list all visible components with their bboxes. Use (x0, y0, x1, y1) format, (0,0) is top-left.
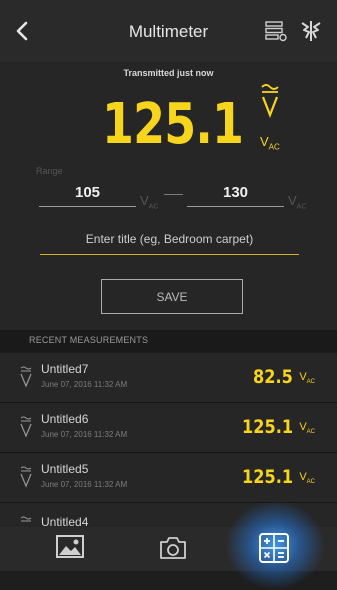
transmission-status: Transmitted just now (123, 68, 214, 78)
brand-logo-icon[interactable] (298, 18, 324, 44)
measurement-row[interactable]: Untitled5 June 07, 2016 11:32 AM 125.1 V… (0, 453, 337, 503)
measurement-name: Untitled5 (41, 462, 89, 476)
measurement-unit: VAC (299, 471, 315, 486)
save-button[interactable]: SAVE (101, 279, 243, 314)
measurement-row[interactable]: Untitled6 June 07, 2016 11:32 AM 125.1 V… (0, 403, 337, 453)
calculator-icon[interactable] (258, 532, 290, 564)
measurement-value: 82.5 (253, 366, 293, 388)
measurement-date: June 07, 2016 11:32 AM (41, 480, 128, 489)
measurement-unit: VAC (299, 371, 315, 386)
list-icon[interactable] (264, 20, 288, 42)
measurement-value: 125.1 (241, 466, 293, 488)
ac-voltage-icon (261, 84, 279, 118)
reading-value: 125.1 (102, 92, 244, 157)
measurement-row[interactable]: Untitled7 June 07, 2016 11:32 AM 82.5 VA… (0, 353, 337, 403)
measurement-name: Untitled7 (41, 362, 89, 376)
measurement-title-input[interactable] (40, 224, 299, 255)
range-low-field[interactable]: 105 (39, 180, 136, 207)
top-bar: Multimeter (0, 0, 337, 62)
reading-unit: VAC (260, 134, 280, 152)
measurement-value: 125.1 (241, 416, 293, 438)
ac-voltage-icon (20, 466, 32, 488)
range-separator (164, 194, 183, 195)
recent-measurements-header: RECENT MEASUREMENTS (0, 330, 337, 352)
range-high-unit: VAC (288, 193, 307, 211)
camera-icon[interactable] (158, 536, 188, 560)
range-high-field[interactable]: 130 (187, 180, 284, 207)
range-high-value: 130 (222, 184, 249, 201)
image-icon[interactable] (55, 534, 85, 560)
measurement-date: June 07, 2016 11:32 AM (41, 430, 128, 439)
range-low-value: 105 (74, 184, 101, 201)
measurement-date: June 07, 2016 11:32 AM (41, 380, 128, 389)
ac-voltage-icon (20, 416, 32, 438)
range-low-unit: VAC (140, 193, 159, 211)
measurement-name: Untitled6 (41, 412, 89, 426)
ac-voltage-icon (20, 366, 32, 388)
section-title: RECENT MEASUREMENTS (29, 335, 149, 345)
measurement-unit: VAC (299, 421, 315, 436)
range-label: Range (36, 166, 63, 176)
